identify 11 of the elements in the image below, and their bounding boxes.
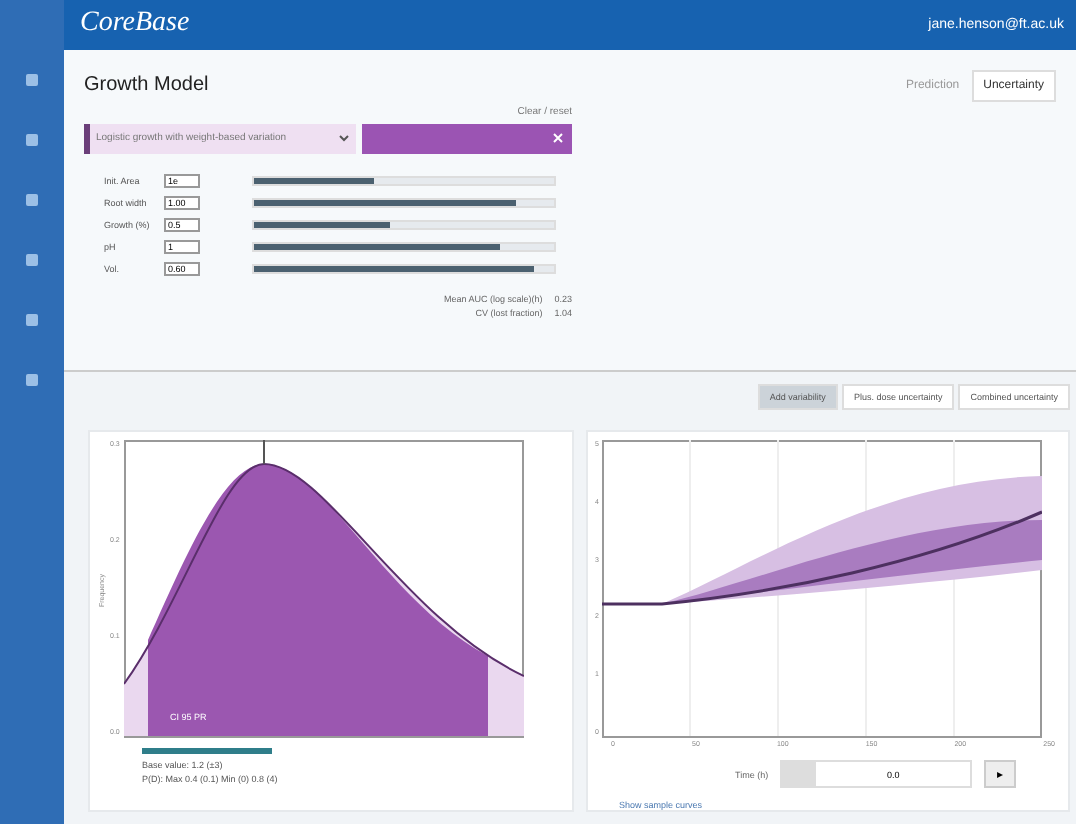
range-bar xyxy=(142,748,272,754)
slider-track[interactable] xyxy=(252,176,556,187)
app-logo: CoreBase xyxy=(80,8,190,41)
slider-track[interactable] xyxy=(252,264,556,275)
slider-track[interactable] xyxy=(252,242,556,253)
page-title: Growth Model xyxy=(84,74,209,97)
run-bar[interactable] xyxy=(361,123,572,154)
slider-track[interactable] xyxy=(252,198,556,209)
caret-icon xyxy=(337,132,350,145)
slider-track[interactable] xyxy=(252,220,556,231)
close-icon[interactable] xyxy=(552,132,564,145)
